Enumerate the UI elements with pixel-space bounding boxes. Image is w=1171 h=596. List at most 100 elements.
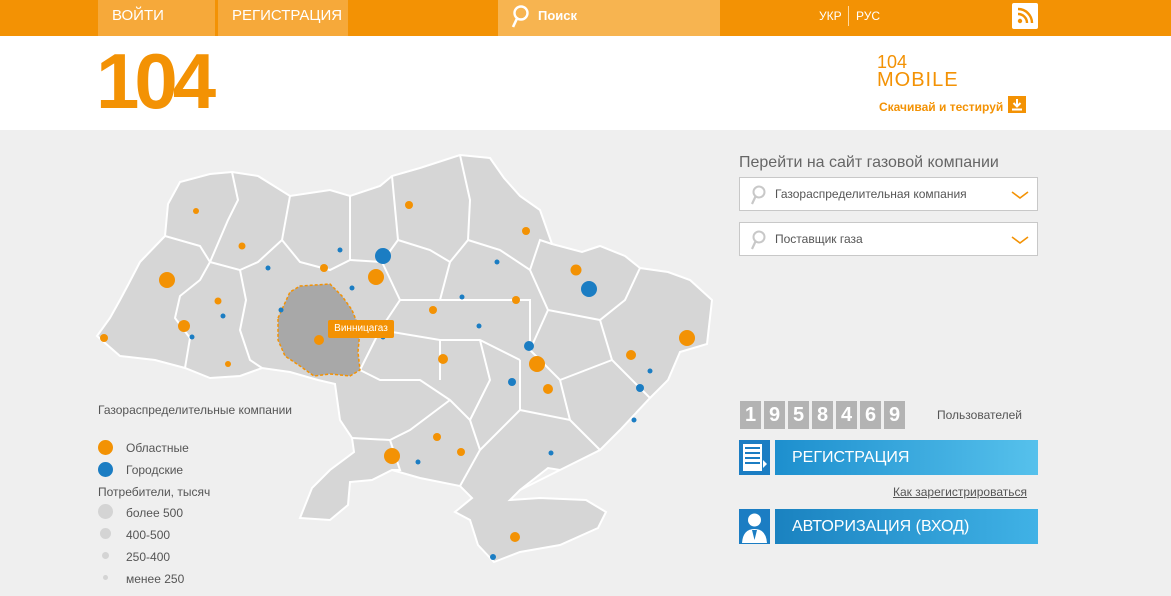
size-s-dot-icon	[103, 575, 108, 580]
download-icon	[1008, 96, 1026, 113]
city-marker	[189, 334, 195, 340]
oblast-marker	[225, 361, 231, 367]
oblast-marker	[178, 320, 190, 332]
search-icon	[751, 185, 766, 205]
counter-digit: 6	[860, 401, 881, 429]
map-legend: Газораспределительные компании Областные…	[98, 402, 298, 586]
counter-digit: 9	[764, 401, 785, 429]
mobile-app-promo[interactable]: 104 MOBILE Скачивай и тестируй	[877, 53, 1026, 114]
orange-dot-icon	[98, 440, 113, 455]
size-l-dot-icon	[100, 528, 111, 539]
oblast-marker	[405, 201, 413, 209]
legend-size-row: менее 250	[98, 569, 298, 589]
city-marker	[490, 554, 496, 560]
oblast-marker	[238, 242, 246, 250]
city-marker	[265, 265, 271, 271]
gas-company-placeholder: Газораспределительная компания	[775, 187, 967, 201]
counter-digit: 9	[884, 401, 905, 429]
legend-consumers: Потребители, тысяч	[98, 482, 298, 502]
city-marker	[349, 285, 355, 291]
rss-button[interactable]	[1012, 3, 1038, 29]
search-icon	[751, 230, 766, 250]
counter-digit: 4	[836, 401, 857, 429]
legend-size-row: 250-400	[98, 547, 298, 567]
oblast-marker	[193, 208, 199, 214]
size-m-dot-icon	[102, 552, 109, 559]
chevron-down-icon	[1011, 191, 1029, 199]
city-marker	[581, 281, 597, 297]
counter-digit: 8	[812, 401, 833, 429]
oblast-marker	[320, 264, 328, 272]
oblast-marker	[384, 448, 400, 464]
mobile-logo-text: MOBILE	[877, 69, 959, 91]
oblast-marker	[626, 350, 636, 360]
site-logo[interactable]: 104	[96, 42, 216, 120]
oblast-marker	[429, 306, 437, 314]
user-icon	[739, 509, 770, 544]
legend-consumers-title: Потребители, тысяч	[98, 485, 211, 499]
legend-size-label: 250-400	[126, 550, 171, 564]
legend-oblast-label: Областные	[126, 441, 189, 455]
lang-rus-link[interactable]: РУС	[856, 9, 880, 23]
city-marker	[220, 313, 226, 319]
mobile-tagline: Скачивай и тестируй	[879, 100, 1004, 114]
auth-icon-box[interactable]	[739, 509, 770, 544]
oblast-marker	[522, 227, 530, 235]
gas-company-select[interactable]: Газораспределительная компания	[739, 177, 1038, 211]
legend-size-label: более 500	[126, 506, 183, 520]
oblast-marker	[457, 448, 465, 456]
city-marker	[631, 417, 637, 423]
register-button[interactable]: РЕГИСТРАЦИЯ	[775, 440, 1038, 475]
legend-city: Городские	[98, 460, 298, 480]
blue-dot-icon	[98, 462, 113, 477]
oblast-marker	[368, 269, 384, 285]
oblast-marker	[529, 356, 545, 372]
header: 104 104 MOBILE Скачивай и тестируй	[0, 36, 1171, 130]
rss-icon	[1017, 7, 1034, 24]
legend-oblast: Областные	[98, 438, 298, 458]
oblast-marker	[100, 334, 108, 342]
form-icon	[739, 440, 770, 475]
oblast-marker	[438, 354, 448, 364]
oblast-marker	[679, 330, 695, 346]
register-icon-box[interactable]	[739, 440, 770, 475]
register-top-button[interactable]: РЕГИСТРАЦИЯ	[218, 0, 348, 36]
oblast-marker	[543, 384, 553, 394]
size-xl-dot-icon	[98, 504, 113, 519]
oblast-marker	[570, 264, 582, 276]
login-button[interactable]: ВОЙТИ	[98, 0, 215, 36]
gas-supplier-placeholder: Поставщик газа	[775, 232, 863, 246]
legend-size-row: 400-500	[98, 525, 298, 545]
auth-button[interactable]: АВТОРИЗАЦИЯ (ВХОД)	[775, 509, 1038, 544]
city-marker	[636, 384, 644, 392]
city-marker	[647, 368, 653, 374]
city-marker	[415, 459, 421, 465]
city-marker	[524, 341, 534, 351]
city-marker	[548, 450, 554, 456]
legend-title: Газораспределительные компании	[98, 403, 292, 417]
city-marker	[476, 323, 482, 329]
city-marker	[278, 307, 284, 313]
selected-region-label[interactable]: Винницагаз	[328, 320, 394, 338]
counter-digit: 1	[740, 401, 761, 429]
gas-supplier-select[interactable]: Поставщик газа	[739, 222, 1038, 256]
users-label: Пользователей	[937, 408, 1022, 422]
top-bar: ВОЙТИ РЕГИСТРАЦИЯ Поиск УКР РУС	[0, 0, 1171, 36]
lang-ukr-link[interactable]: УКР	[819, 9, 842, 23]
oblast-marker	[159, 272, 175, 288]
city-marker	[459, 294, 465, 300]
search-placeholder: Поиск	[538, 8, 578, 23]
goto-company-title: Перейти на сайт газовой компании	[739, 154, 999, 171]
search-input[interactable]: Поиск	[498, 0, 720, 36]
city-marker	[494, 259, 500, 265]
oblast-marker	[314, 335, 324, 345]
oblast-marker	[214, 297, 222, 305]
legend-size-label: 400-500	[126, 528, 171, 542]
lang-separator	[848, 6, 849, 26]
oblast-marker	[510, 532, 520, 542]
how-to-register-link[interactable]: Как зарегистрироваться	[893, 485, 1027, 499]
legend-size-label: менее 250	[126, 572, 185, 586]
chevron-down-icon	[1011, 236, 1029, 244]
city-marker	[508, 378, 516, 386]
legend-city-label: Городские	[126, 463, 184, 477]
